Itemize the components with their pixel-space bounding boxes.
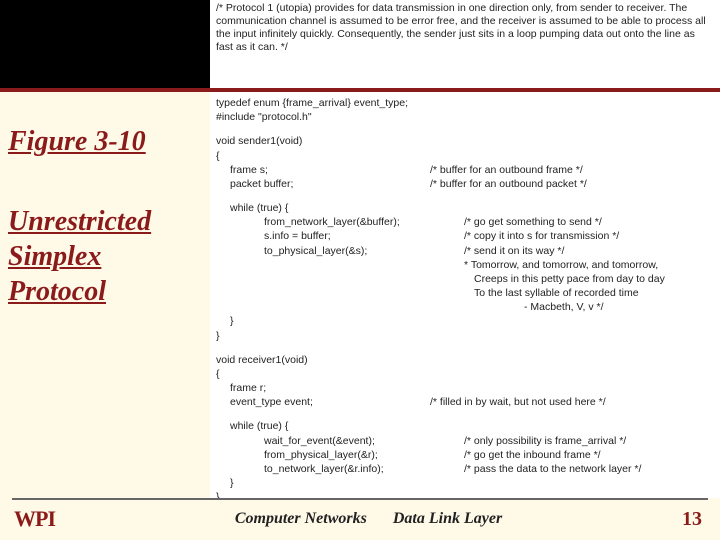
main-area: Figure 3-10 Unrestricted Simplex Protoco… [0,92,720,498]
macbeth-1: * Tomorrow, and tomorrow, and tomorrow, [464,258,658,272]
comment-to-phys: /* send it on its way */ [464,244,564,258]
comment-sinfo: /* copy it into s for transmission */ [464,229,619,243]
code-from-phys: from_physical_layer(&r); [264,448,464,462]
code-empty [264,286,464,300]
comment-from-nl: /* go get something to send */ [464,215,602,229]
brace-close-inner-2: } [216,476,714,490]
code-frame-s: frame s; [230,163,430,177]
macbeth-4: - Macbeth, V, v */ [464,300,604,314]
code-frame-r: frame r; [216,381,714,395]
code-while-2: while (true) { [216,419,714,433]
code-empty [264,258,464,272]
code-brace: { [216,367,714,381]
header-left-black [0,0,210,88]
macbeth-3: To the last syllable of recorded time [464,286,639,300]
wpi-logo: WPI [14,506,55,532]
code-empty [264,272,464,286]
blank-line [216,409,714,419]
page-number: 13 [682,508,702,531]
code-empty [264,300,464,314]
code-from-nl: from_network_layer(&buffer); [264,215,464,229]
code-receiver-sig: void receiver1(void) [216,353,714,367]
blank-line [216,343,714,353]
code-brace: { [216,149,714,163]
code-to-phys: to_physical_layer(&s); [264,244,464,258]
macbeth-2: Creeps in this petty pace from day to da… [464,272,665,286]
code-event-decl: event_type event; [230,395,430,409]
comment-to-nl: /* pass the data to the network layer */ [464,462,641,476]
code-packet-buffer: packet buffer; [230,177,430,191]
comment-packet-buffer: /* buffer for an outbound packet */ [430,177,587,191]
figure-label: Figure 3-10 [8,124,200,160]
comment-from-phys: /* go get the inbound frame */ [464,448,601,462]
comment-frame-s: /* buffer for an outbound frame */ [430,163,583,177]
footer-course: Computer Networks [235,510,367,527]
footer-topic: Data Link Layer [393,510,502,527]
blank-line [216,191,714,201]
blank-line [216,124,714,134]
footer: WPI Computer Networks Data Link Layer 13 [0,498,720,540]
left-column: Figure 3-10 Unrestricted Simplex Protoco… [0,92,210,498]
header-bar: /* Protocol 1 (utopia) provides for data… [0,0,720,88]
code-listing: typedef enum {frame_arrival} event_type;… [210,92,720,498]
code-while: while (true) { [216,201,714,215]
protocol-header-comment: /* Protocol 1 (utopia) provides for data… [210,0,720,88]
code-sender-sig: void sender1(void) [216,134,714,148]
brace-close-inner: } [216,314,714,328]
code-sinfo: s.info = buffer; [264,229,464,243]
brace-close: } [216,329,714,343]
code-include: #include "protocol.h" [216,110,714,124]
comment-event-decl: /* filled in by wait, but not used here … [430,395,606,409]
figure-title: Unrestricted Simplex Protocol [8,204,200,309]
code-typedef: typedef enum {frame_arrival} event_type; [216,96,714,110]
footer-center: Computer Networks Data Link Layer [55,510,682,528]
footer-divider [12,498,708,500]
code-wait-event: wait_for_event(&event); [264,434,464,448]
comment-wait-event: /* only possibility is frame_arrival */ [464,434,626,448]
code-to-nl: to_network_layer(&r.info); [264,462,464,476]
